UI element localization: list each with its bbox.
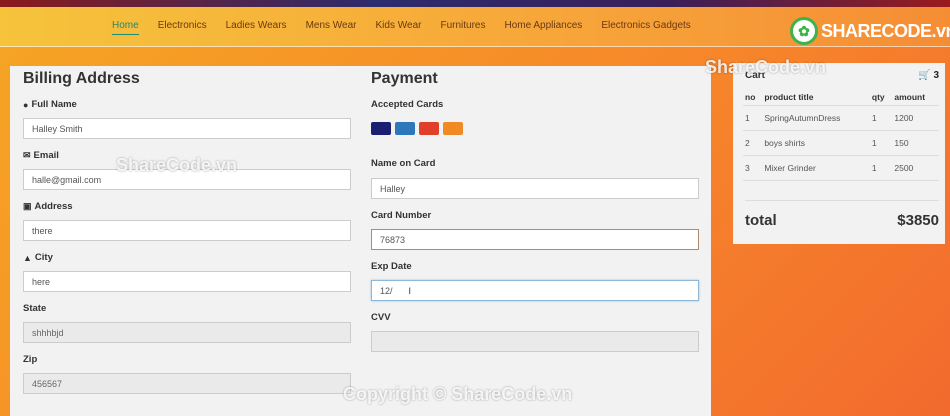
city-input[interactable]: here (23, 271, 351, 292)
exp-date-input[interactable]: 12/ I (371, 280, 699, 301)
nav-item-electronics[interactable]: Electronics (158, 20, 207, 35)
zip-label: Zip (23, 354, 38, 365)
city-label-text: City (34, 252, 53, 263)
cvv-input[interactable] (371, 331, 699, 352)
cart-count-value: 3 (933, 70, 939, 81)
payment-section: Payment Accepted Cards Name on Card Hall… (371, 66, 699, 352)
cell-no: 2 (743, 130, 763, 156)
cell-amount: 150 (892, 130, 939, 156)
cart-count: 🛒 3 (918, 70, 939, 81)
name-on-card-label: Name on Card (371, 158, 436, 169)
col-product-title: product title (762, 89, 870, 106)
visa-icon (371, 122, 391, 135)
cell-product: SpringAutumnDress (762, 105, 870, 131)
col-amount: amount (892, 89, 939, 106)
cell-amount: 1200 (892, 105, 939, 131)
total-label: total (745, 212, 777, 229)
card-number-label: Card Number (371, 210, 432, 221)
zip-input[interactable]: 456567 (23, 373, 351, 394)
nav-item-furnitures[interactable]: Furnitures (440, 20, 485, 35)
full-name-input[interactable]: Halley Smith (23, 118, 351, 139)
nav-menu: Home Electronics Ladies Wears Mens Wear … (112, 20, 710, 35)
cell-product: Mixer Grinder (762, 155, 870, 181)
state-label: State (23, 303, 47, 314)
table-row: 3 Mixer Grinder 1 2500 (743, 155, 939, 181)
cart-total: total $3850 (745, 200, 939, 229)
table-row: 2 boys shirts 1 150 (743, 130, 939, 156)
card-number-input[interactable]: 76873 (371, 229, 699, 250)
watermark-top: ShareCode.vn (705, 57, 827, 77)
user-icon: ● (23, 99, 29, 110)
top-stripe (0, 0, 950, 7)
cell-qty: 1 (869, 155, 893, 181)
exp-date-value: 12/ (380, 285, 393, 296)
cell-no: 1 (743, 105, 763, 131)
cell-product: boys shirts (762, 130, 870, 156)
email-label-text: Email (33, 150, 59, 161)
accepted-cards-label: Accepted Cards (371, 99, 444, 110)
billing-section: Billing Address ● Full Name Halley Smith… (23, 66, 351, 394)
cell-qty: 1 (869, 105, 893, 131)
address-label: ▣ Address (23, 201, 351, 212)
cart-panel: Cart 🛒 3 no product title qty amount 1 S… (733, 63, 945, 244)
payment-title: Payment (371, 70, 438, 87)
state-input[interactable]: shhhbjd (23, 322, 351, 343)
table-row: 1 SpringAutumnDress 1 1200 (743, 105, 939, 131)
exp-date-label: Exp Date (371, 261, 412, 272)
watermark-bottom: Copyright © ShareCode.vn (343, 384, 573, 404)
address-card-icon: ▣ (23, 201, 32, 211)
sharecode-logo-icon: ✿ (790, 17, 818, 45)
cell-qty: 1 (869, 130, 893, 156)
discover-icon (443, 122, 463, 135)
col-qty: qty (869, 89, 893, 106)
full-name-label: ● Full Name (23, 99, 351, 110)
institution-icon: ▲ (23, 252, 32, 263)
total-value: $3850 (897, 212, 939, 229)
nav-item-kids-wear[interactable]: Kids Wear (376, 20, 422, 35)
sharecode-logo-text: SHARECODE.vn (821, 20, 950, 41)
text-cursor-icon: I (408, 285, 412, 296)
cell-no: 3 (743, 155, 763, 181)
col-no: no (743, 89, 763, 106)
nav-item-home[interactable]: Home (112, 20, 139, 35)
full-name-label-text: Full Name (31, 99, 77, 110)
watermark-middle: ShareCode.vn (116, 155, 238, 175)
city-label: ▲ City (23, 252, 351, 263)
nav-item-ladies-wears[interactable]: Ladies Wears (226, 20, 287, 35)
mastercard-icon (419, 122, 439, 135)
top-navbar: Home Electronics Ladies Wears Mens Wear … (0, 7, 950, 47)
amex-icon (395, 122, 415, 135)
shopping-cart-icon: 🛒 (918, 70, 931, 81)
address-input[interactable]: there (23, 220, 351, 241)
nav-item-electronics-gadgets[interactable]: Electronics Gadgets (601, 20, 691, 35)
envelope-icon: ✉ (23, 150, 31, 160)
billing-title: Billing Address (23, 70, 140, 87)
cart-table: no product title qty amount 1 SpringAutu… (743, 89, 939, 181)
cvv-label: CVV (371, 312, 391, 323)
cell-amount: 2500 (892, 155, 939, 181)
checkout-form: Billing Address ● Full Name Halley Smith… (10, 66, 711, 416)
cart-header-row: no product title qty amount (743, 89, 939, 106)
accepted-cards (371, 122, 699, 135)
nav-item-mens-wear[interactable]: Mens Wear (306, 20, 357, 35)
name-on-card-input[interactable]: Halley (371, 178, 699, 199)
address-label-text: Address (34, 201, 73, 212)
sharecode-logo: ✿ SHARECODE.vn (790, 17, 950, 45)
nav-item-home-appliances[interactable]: Home Appliances (504, 20, 582, 35)
